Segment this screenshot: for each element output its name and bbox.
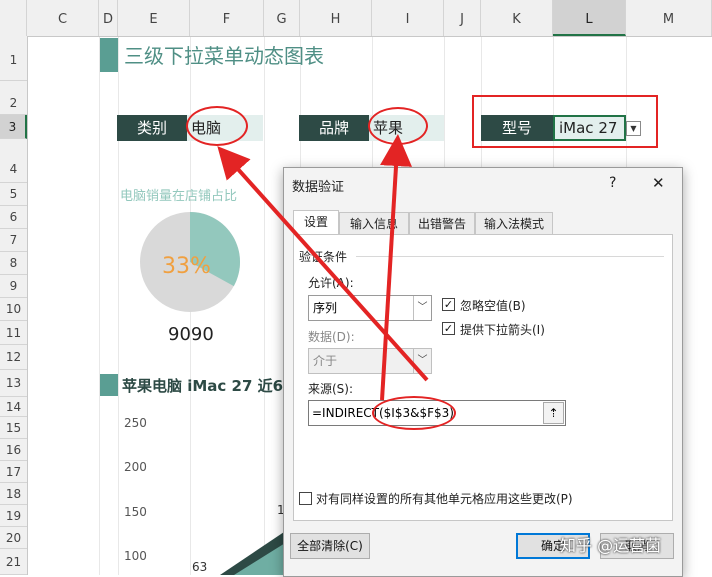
- arrow-to-category: [217, 146, 429, 382]
- annotation-arrows: [217, 134, 429, 401]
- watermark: 知乎 @运营菌: [560, 536, 662, 555]
- arrow-to-brand: [380, 134, 413, 401]
